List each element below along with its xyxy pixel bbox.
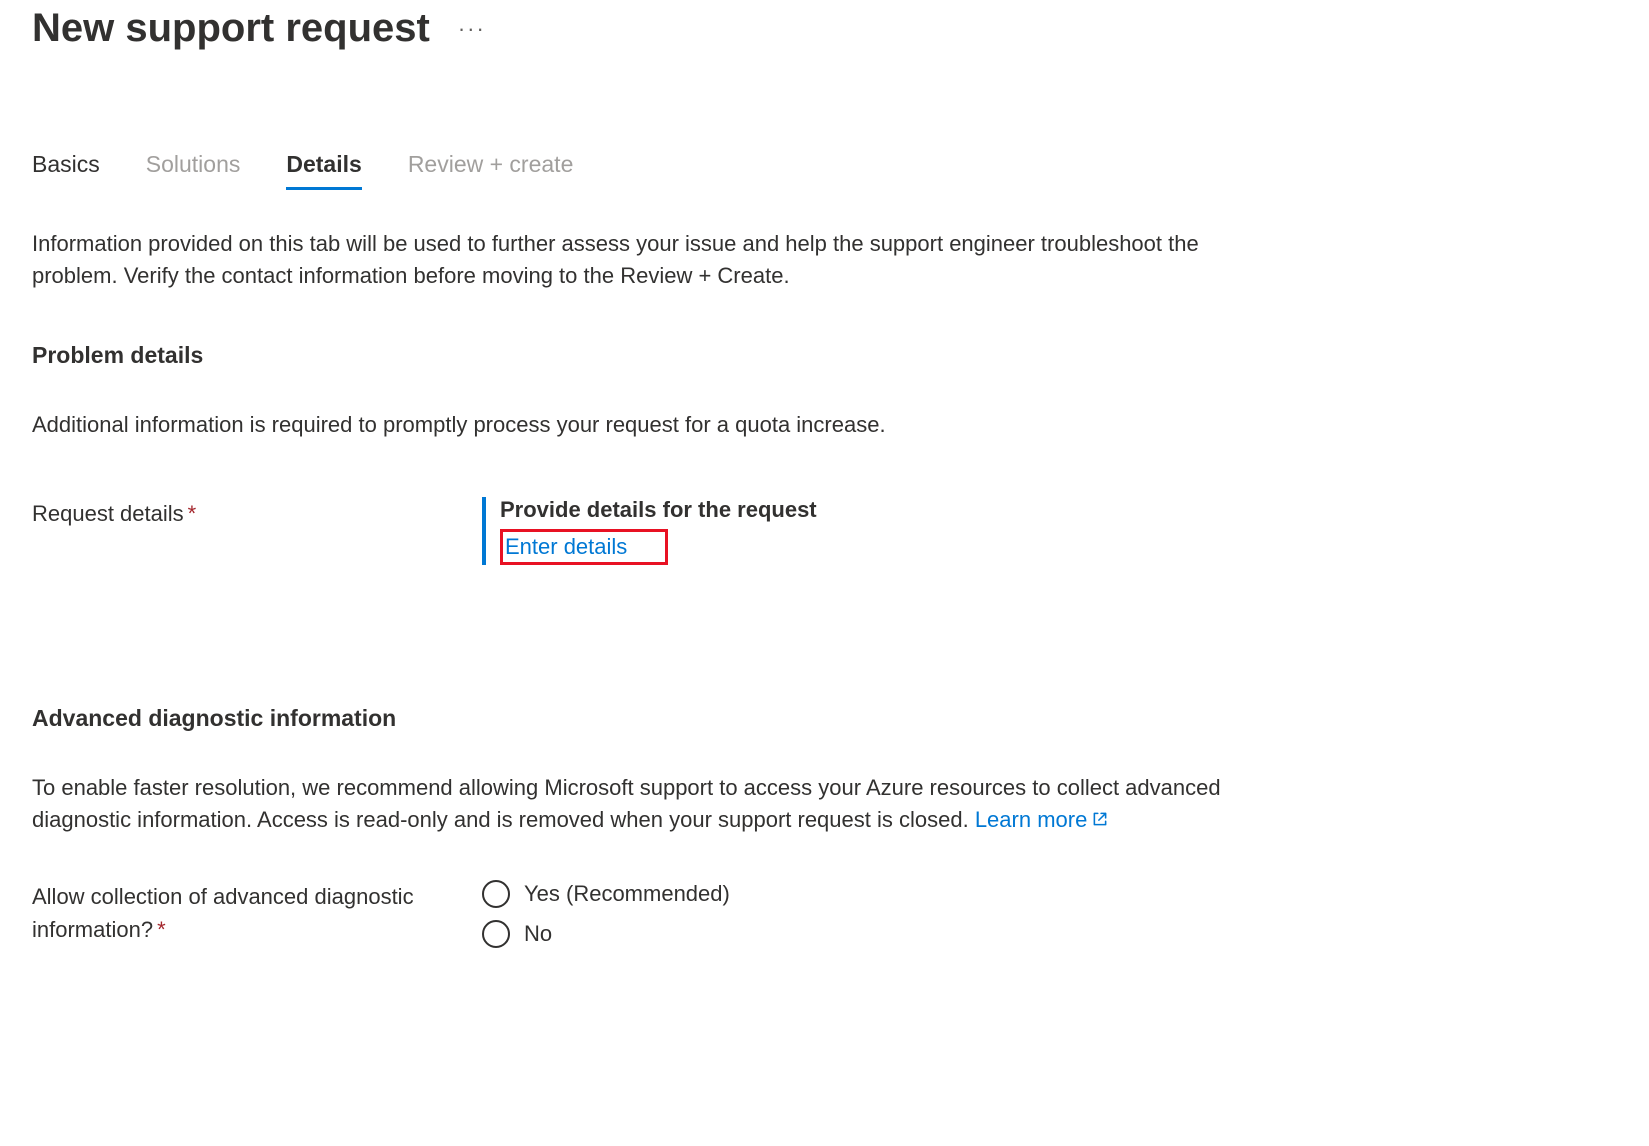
radio-option-no[interactable]: No: [482, 920, 730, 948]
diagnostic-heading: Advanced diagnostic information: [32, 705, 1617, 732]
allow-collection-label-text: Allow collection of advanced diagnostic …: [32, 884, 414, 942]
tab-basics[interactable]: Basics: [32, 151, 100, 188]
page-title: New support request: [32, 6, 430, 51]
tab-details[interactable]: Details: [286, 151, 361, 188]
learn-more-text: Learn more: [975, 807, 1088, 832]
external-link-icon: [1091, 805, 1109, 837]
request-details-row: Request details* Provide details for the…: [32, 497, 1617, 565]
required-asterisk: *: [157, 917, 166, 942]
allow-collection-label: Allow collection of advanced diagnostic …: [32, 880, 482, 946]
required-asterisk: *: [188, 501, 197, 526]
tab-solutions: Solutions: [146, 151, 241, 188]
provide-details-heading: Provide details for the request: [500, 497, 817, 523]
radio-label-yes: Yes (Recommended): [524, 881, 730, 907]
learn-more-link[interactable]: Learn more: [975, 807, 1110, 832]
problem-details-desc: Additional information is required to pr…: [32, 409, 1292, 441]
radio-option-yes[interactable]: Yes (Recommended): [482, 880, 730, 908]
enter-details-link[interactable]: Enter details: [503, 534, 627, 559]
radio-icon: [482, 880, 510, 908]
request-details-value: Provide details for the request Enter de…: [482, 497, 817, 565]
tabs: Basics Solutions Details Review + create: [32, 151, 1617, 188]
tab-content: Information provided on this tab will be…: [32, 228, 1617, 960]
request-details-label-text: Request details: [32, 501, 184, 526]
allow-collection-radio-group: Yes (Recommended) No: [482, 880, 730, 960]
diagnostic-desc: To enable faster resolution, we recommen…: [32, 772, 1292, 837]
page-header: New support request ···: [32, 0, 1617, 51]
more-actions-button[interactable]: ···: [450, 12, 494, 46]
intro-text: Information provided on this tab will be…: [32, 228, 1282, 292]
radio-label-no: No: [524, 921, 552, 947]
problem-details-heading: Problem details: [32, 342, 1617, 369]
radio-icon: [482, 920, 510, 948]
allow-collection-row: Allow collection of advanced diagnostic …: [32, 880, 1617, 960]
enter-details-highlight: Enter details: [500, 529, 668, 565]
tab-review-create: Review + create: [408, 151, 574, 188]
request-details-label: Request details*: [32, 497, 482, 530]
